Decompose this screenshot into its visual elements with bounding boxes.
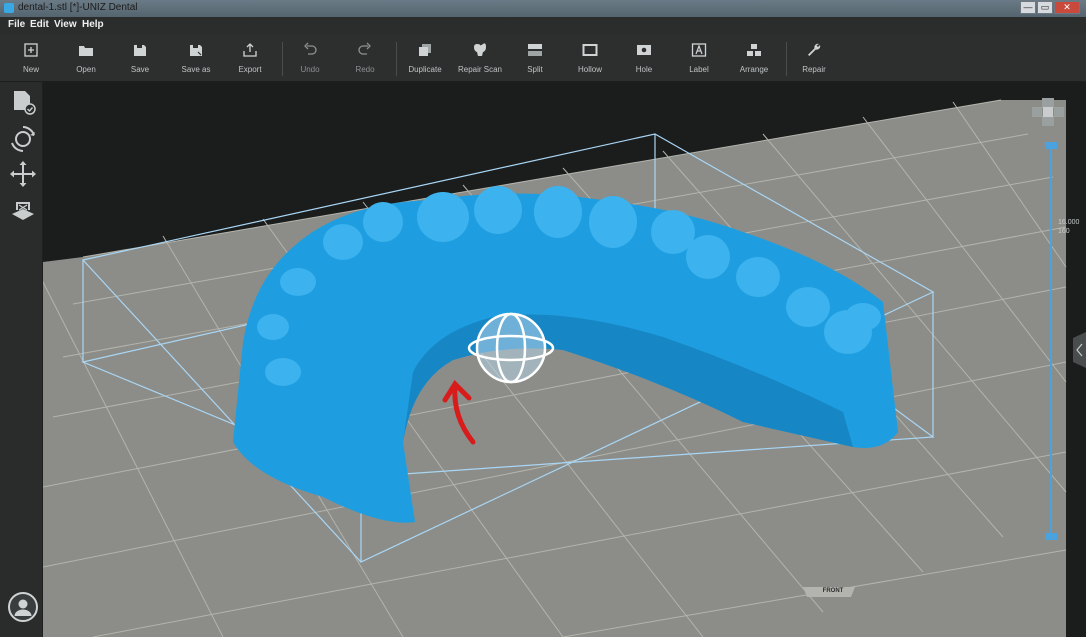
label-button[interactable]: Label [669,40,729,80]
export-label: Export [238,65,262,74]
hollow-icon [582,44,598,56]
undo-button[interactable]: Undo [280,40,340,80]
left-toolbar [0,82,43,637]
redo-label: Redo [355,65,375,74]
folder-open-icon [79,46,93,56]
menu-bar: File Edit View Help [0,17,1086,34]
hollow-button[interactable]: Hollow [560,40,620,80]
label-icon [691,43,707,57]
build-plate-icon[interactable] [9,196,37,224]
hollow-label: Hollow [577,65,602,74]
export-button[interactable]: Export [220,40,280,80]
split-label: Split [527,65,543,74]
3d-viewport[interactable]: 16.000 160 FRONT [43,82,1086,637]
user-avatar-icon[interactable] [8,592,38,622]
maximize-button[interactable]: ▭ [1037,1,1053,14]
scene-canvas [43,98,1086,637]
minimize-button[interactable]: — [1020,1,1036,14]
title-bar: dental-1.stl [*]-UNIZ Dental — ▭ ✕ [0,0,1086,17]
undo-label: Undo [300,65,320,74]
duplicate-button[interactable]: Duplicate [395,40,455,80]
export-icon [243,43,257,57]
split-icon [528,44,542,56]
window-title: dental-1.stl [*]-UNIZ Dental [18,2,138,13]
toolbar: New Open Save Save as Export Undo Redo D… [0,34,1086,82]
front-label: FRONT [822,588,844,594]
tooth-icon [474,43,486,56]
app-window: dental-1.stl [*]-UNIZ Dental — ▭ ✕ File … [0,0,1086,637]
label-label: Label [689,65,709,74]
arrange-icon [747,44,761,56]
rotate-icon[interactable] [9,125,37,153]
save-as-icon [190,45,202,56]
split-button[interactable]: Split [505,40,565,80]
redo-icon [358,42,371,55]
repair-button[interactable]: Repair [784,40,844,80]
save-as-button[interactable]: Save as [166,40,226,80]
new-button[interactable]: New [1,40,61,80]
open-button[interactable]: Open [56,40,116,80]
redo-button[interactable]: Redo [335,40,395,80]
arrange-button[interactable]: Arrange [724,40,784,80]
app-icon [4,3,14,13]
save-label: Save [130,65,150,74]
menu-edit[interactable]: Edit [30,19,49,30]
close-button[interactable]: ✕ [1054,1,1080,14]
save-button[interactable]: Save [110,40,170,80]
menu-file[interactable]: File [8,19,25,30]
repair-scan-button[interactable]: Repair Scan [450,40,510,80]
repair-label: Repair [802,65,826,74]
hole-label: Hole [635,65,653,74]
undo-icon [304,42,317,55]
z-height-readout: 16.000 160 [1058,218,1079,236]
save-as-label: Save as [181,65,211,74]
hole-icon [637,45,651,55]
menu-help[interactable]: Help [82,19,104,30]
move-icon[interactable] [9,160,37,188]
import-model-icon[interactable] [9,88,37,116]
new-icon [24,43,38,57]
wrench-icon [808,43,821,56]
menu-view[interactable]: View [54,19,77,30]
duplicate-icon [419,44,431,56]
open-label: Open [76,65,96,74]
collapse-panel-icon[interactable] [1073,332,1086,368]
z-top-value: 16.000 [1058,219,1080,226]
repair-scan-label: Repair Scan [457,65,503,74]
duplicate-label: Duplicate [408,65,442,74]
arrange-label: Arrange [739,65,769,74]
hole-button[interactable]: Hole [614,40,674,80]
build-platform [43,100,1066,637]
z-second-value: 160 [1058,228,1070,235]
save-icon [134,45,146,56]
new-label: New [22,65,39,74]
